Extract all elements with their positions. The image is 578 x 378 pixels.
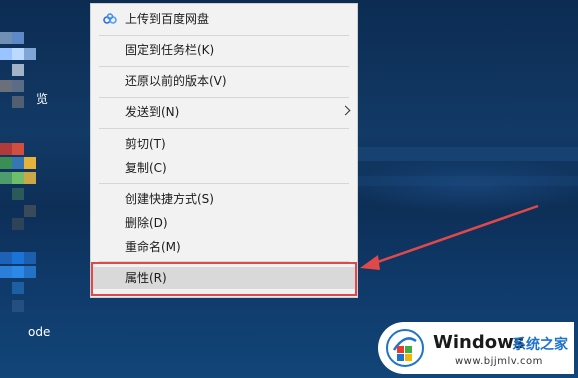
watermark-url: www.bjjmlv.com [455, 356, 543, 367]
watermark-title: Windows [433, 332, 525, 353]
annotation-arrow-line [371, 204, 539, 266]
watermark-brand: 系统之家 [512, 337, 568, 353]
annotation-arrowhead [360, 255, 380, 270]
watermark: Windows 系统之家 www.bjjmlv.com [378, 322, 574, 374]
windows-logo-icon [386, 329, 424, 367]
